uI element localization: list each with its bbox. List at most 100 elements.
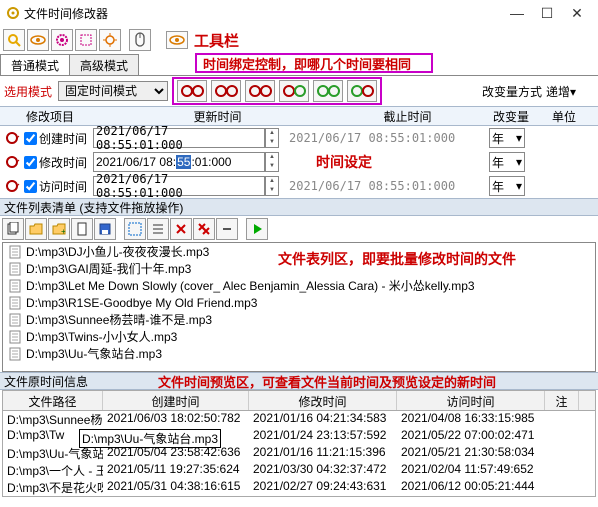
file-list[interactable]: 文件表列区，即要批量修改时间的文件 D:\mp3\DJ小鱼儿-夜夜夜漫长.mp3… xyxy=(2,242,596,372)
bind-btn-5[interactable] xyxy=(313,80,343,102)
eye-icon[interactable] xyxy=(27,29,49,51)
select-all-icon[interactable] xyxy=(124,218,146,240)
filelist-annotation: 文件表列区，即要批量修改时间的文件 xyxy=(278,249,516,269)
bind-btn-4[interactable] xyxy=(279,80,309,102)
minus-icon[interactable] xyxy=(216,218,238,240)
list-item[interactable]: D:\mp3\Sunnee杨芸晴-谁不是.mp3 xyxy=(3,311,595,328)
list-item[interactable]: D:\mp3\Twins-小小女人.mp3 xyxy=(3,328,595,345)
bind-btn-3[interactable] xyxy=(245,80,275,102)
create-label: 创建时间 xyxy=(39,130,93,147)
minimize-button[interactable]: — xyxy=(502,3,532,23)
column-headers: 修改项目 更新时间 截止时间 改变量 单位 xyxy=(0,106,598,126)
table-row[interactable]: D:\mp3\一个人 - 王袁2021/05/11 19:27:35:62420… xyxy=(3,462,595,479)
access-spin[interactable]: ▲▼ xyxy=(265,176,279,196)
access-label: 访问时间 xyxy=(39,178,93,195)
mouse-icon[interactable] xyxy=(129,29,151,51)
refresh-icon[interactable] xyxy=(4,154,20,170)
window-title: 文件时间修改器 xyxy=(24,5,108,22)
copy-icon[interactable] xyxy=(2,218,24,240)
bind-btn-2[interactable] xyxy=(211,80,241,102)
bind-annotation: 时间绑定控制，即哪几个时间要相同 xyxy=(195,53,433,73)
access-datetime2: 2021/06/17 08:55:01:000 xyxy=(287,176,459,196)
hdr-delta: 改变量 xyxy=(480,108,542,125)
preview-table: 文件路径 创建时间 修改时间 访问时间 注 D:\mp3\Sunnee杨芸202… xyxy=(2,390,596,497)
folder-add-icon[interactable]: + xyxy=(48,218,70,240)
file-icon xyxy=(9,262,23,276)
create-unit[interactable]: 年▾ xyxy=(489,128,525,148)
th-mt[interactable]: 修改时间 xyxy=(249,391,397,410)
mode-tabs: 普通模式 高级模式 时间绑定控制，即哪几个时间要相同 xyxy=(0,54,598,76)
maximize-button[interactable]: ☐ xyxy=(532,3,562,23)
filelist-header: 文件列表清单 (支持文件拖放操作) xyxy=(0,198,598,216)
hdr-item: 修改项目 xyxy=(0,108,100,125)
file-icon xyxy=(9,279,23,293)
tab-basic[interactable]: 普通模式 xyxy=(0,54,70,75)
gear-icon[interactable] xyxy=(51,29,73,51)
mode-row: 选用模式 固定时间模式 改变量方式 递增▾ xyxy=(0,76,598,106)
change-mode-label: 改变量方式 xyxy=(482,83,542,100)
close-all-icon[interactable] xyxy=(193,218,215,240)
file-icon xyxy=(9,313,23,327)
file-path: D:\mp3\Sunnee杨芸晴-谁不是.mp3 xyxy=(26,311,212,328)
select-icon[interactable] xyxy=(75,29,97,51)
change-mode-select[interactable]: 递增▾ xyxy=(546,83,594,100)
list-item[interactable]: D:\mp3\R1SE-Goodbye My Old Friend.mp3 xyxy=(3,294,595,311)
modify-label: 修改时间 xyxy=(39,154,93,171)
access-checkbox[interactable] xyxy=(24,180,37,193)
list-icon[interactable] xyxy=(147,218,169,240)
modify-spin[interactable]: ▲▼ xyxy=(265,152,279,172)
refresh-icon[interactable] xyxy=(4,178,20,194)
save-icon[interactable] xyxy=(94,218,116,240)
app-icon xyxy=(6,6,20,20)
create-datetime2: 2021/06/17 08:55:01:000 xyxy=(287,128,459,148)
bind-btn-1[interactable] xyxy=(177,80,207,102)
preview-icon[interactable] xyxy=(166,31,188,49)
doc-icon[interactable] xyxy=(71,218,93,240)
close-file-icon[interactable] xyxy=(170,218,192,240)
hdr-cutoff: 截止时间 xyxy=(335,108,480,125)
mode-label: 选用模式 xyxy=(4,83,52,100)
table-row[interactable]: D:\mp3\不是花火呀-12021/05/31 04:38:16:615202… xyxy=(3,479,595,496)
folder-open-icon[interactable] xyxy=(25,218,47,240)
row-create-time: 创建时间 2021/06/17 08:55:01:000 ▲▼ 2021/06/… xyxy=(0,126,598,150)
th-note[interactable]: 注 xyxy=(545,391,579,410)
access-unit[interactable]: 年▾ xyxy=(489,176,525,196)
time-set-annotation: 时间设定 xyxy=(316,152,372,172)
list-item[interactable]: D:\mp3\Uu-气象站台.mp3 xyxy=(3,345,595,362)
list-item[interactable]: D:\mp3\Let Me Down Slowly (cover_ Alec B… xyxy=(3,277,595,294)
access-datetime[interactable]: 2021/06/17 08:55:01:000 xyxy=(93,176,265,196)
sparkle-icon[interactable] xyxy=(99,29,121,51)
path-tooltip: D:\mp3\Uu-气象站台.mp3 xyxy=(79,429,221,448)
preview-annotation: 文件时间预览区，可查看文件当前时间及预览设定的新时间 xyxy=(158,372,496,391)
th-path[interactable]: 文件路径 xyxy=(3,391,103,410)
tab-advanced[interactable]: 高级模式 xyxy=(69,54,139,75)
create-spin[interactable]: ▲▼ xyxy=(265,128,279,148)
table-row[interactable]: D:\mp3\Sunnee杨芸2021/06/03 18:02:50:78220… xyxy=(3,411,595,428)
file-path: D:\mp3\Twins-小小女人.mp3 xyxy=(26,328,177,345)
svg-text:+: + xyxy=(61,227,66,236)
th-ct[interactable]: 创建时间 xyxy=(103,391,249,410)
modify-datetime[interactable]: 2021/06/17 08:55:01:000 xyxy=(93,152,265,172)
create-checkbox[interactable] xyxy=(24,132,37,145)
refresh-icon[interactable] xyxy=(4,130,20,146)
file-icon xyxy=(9,296,23,310)
toolbar-annotation: 工具栏 xyxy=(194,30,239,51)
main-toolbar: 工具栏 xyxy=(0,26,598,54)
bind-btn-6[interactable] xyxy=(347,80,377,102)
file-path: D:\mp3\Let Me Down Slowly (cover_ Alec B… xyxy=(26,277,475,294)
th-at[interactable]: 访问时间 xyxy=(397,391,545,410)
create-datetime[interactable]: 2021/06/17 08:55:01:000 xyxy=(93,128,265,148)
file-path: D:\mp3\DJ小鱼儿-夜夜夜漫长.mp3 xyxy=(26,243,209,260)
close-button[interactable]: ✕ xyxy=(562,3,592,23)
modify-checkbox[interactable] xyxy=(24,156,37,169)
hdr-unit: 单位 xyxy=(542,108,586,125)
file-path: D:\mp3\GAI周延-我们十年.mp3 xyxy=(26,260,191,277)
modify-unit[interactable]: 年▾ xyxy=(489,152,525,172)
zoom-icon[interactable] xyxy=(3,29,25,51)
titlebar: 文件时间修改器 — ☐ ✕ xyxy=(0,0,598,26)
row-modify-time: 修改时间 2021/06/17 08:55:01:000 ▲▼ 时间设定 202… xyxy=(0,150,598,174)
file-toolbar: + xyxy=(0,216,598,242)
file-path: D:\mp3\Uu-气象站台.mp3 xyxy=(26,345,162,362)
play-icon[interactable] xyxy=(246,218,268,240)
mode-select[interactable]: 固定时间模式 xyxy=(58,81,168,101)
